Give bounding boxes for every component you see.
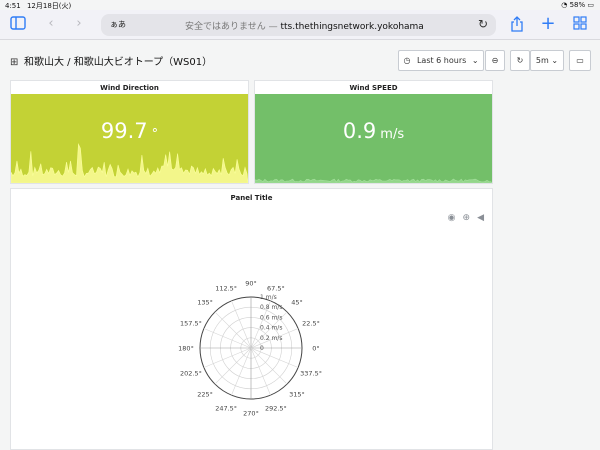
angle-tick-label: 45° bbox=[291, 299, 303, 307]
angle-tick-label: 202.5° bbox=[180, 369, 202, 377]
angle-tick-label: 90° bbox=[245, 280, 257, 288]
polar-plot: 0° 22.5° 45° 67.5° 90° 112.5°135° 157.5° 180° 20… bbox=[178, 280, 322, 418]
address-bar[interactable]: ぁあ 安全ではありません — tts.thethingsnetwork.yoko… bbox=[101, 14, 496, 36]
radial-tick-label: 0.4 m/s bbox=[260, 325, 282, 332]
back-icon[interactable]: ‹ bbox=[43, 16, 59, 32]
wind-speed-panel[interactable]: Wind SPEED 0.9 m/s bbox=[254, 80, 493, 184]
sparkline bbox=[11, 143, 248, 183]
angle-tick-label: 247.5° bbox=[215, 405, 237, 413]
status-right: ◔ 58% ▭ bbox=[561, 1, 594, 9]
angle-tick-label: 135° bbox=[197, 299, 213, 307]
refresh-icon: ↻ bbox=[516, 56, 524, 65]
sparkline-area bbox=[255, 178, 492, 183]
url-text: 安全ではありません — tts.thethingsnetwork.yokoham… bbox=[185, 19, 424, 32]
radial-tick-label: 0.2 m/s bbox=[260, 335, 282, 342]
stat-value: 0.9 m/s bbox=[255, 119, 492, 143]
breadcrumb-separator: / bbox=[64, 57, 74, 68]
angle-tick-label: 225° bbox=[197, 390, 213, 398]
reload-icon[interactable]: ↻ bbox=[478, 17, 488, 31]
stat-number: 0.9 bbox=[342, 119, 377, 143]
sidebar-toggle-icon[interactable] bbox=[10, 16, 26, 32]
battery-icon: ▭ bbox=[587, 1, 594, 9]
ios-status-bar: 4:51 12月18日(火) ◔ 58% ▭ bbox=[0, 0, 600, 10]
battery-percent: 58% bbox=[569, 1, 586, 9]
stat-number: 99.7 bbox=[100, 119, 148, 143]
stat-value: 99.7 ° bbox=[11, 119, 248, 143]
angle-tick-label: 180° bbox=[178, 345, 194, 353]
dashboard-title[interactable]: 和歌山大ビオトープ（WS01） bbox=[74, 57, 212, 68]
browser-toolbar: ‹ › ぁあ 安全ではありません — tts.thethingsnetwork.… bbox=[0, 10, 600, 40]
radial-tick-label: 0.8 m/s bbox=[260, 304, 282, 311]
panel-title[interactable]: Wind SPEED bbox=[255, 84, 492, 92]
stat-background: 99.7 ° bbox=[11, 94, 248, 183]
dashboard-toolbar: ⊞ 和歌山大 / 和歌山大ビオトープ（WS01） ◷ Last 6 hours ⌄… bbox=[0, 40, 600, 80]
radial-tick-label: 0.6 m/s bbox=[260, 314, 282, 321]
new-tab-icon[interactable]: + bbox=[540, 15, 556, 33]
angle-tick-label: 157.5° bbox=[180, 320, 202, 328]
zoom-out-button[interactable]: ⊖ bbox=[485, 50, 505, 71]
time-range-label: Last 6 hours bbox=[416, 56, 467, 65]
angle-tick-label: 270° bbox=[243, 410, 259, 418]
stat-background: 0.9 m/s bbox=[255, 94, 492, 183]
reader-settings-button[interactable]: ぁあ bbox=[110, 19, 126, 30]
url-domain: tts.thethingsnetwork.yokohama bbox=[280, 22, 424, 32]
refresh-button[interactable]: ↻ bbox=[510, 50, 530, 71]
url-separator: — bbox=[265, 22, 281, 32]
angular-gridline bbox=[250, 347, 288, 385]
refresh-interval-label: 5m bbox=[535, 56, 549, 65]
dashboard-grid-icon: ⊞ bbox=[10, 57, 19, 68]
angle-tick-label: 315° bbox=[289, 390, 305, 398]
tv-mode-button[interactable]: ▭ bbox=[569, 50, 591, 71]
polar-chart-panel[interactable]: Panel Title ◉ ⊕ ◀ 0° 22.5° 45° 67.5° 90° 112.5°… bbox=[10, 188, 493, 450]
status-time: 4:51 bbox=[5, 2, 21, 10]
time-range-picker[interactable]: ◷ Last 6 hours ⌄ bbox=[398, 50, 484, 71]
wind-direction-panel[interactable]: Wind Direction 99.7 ° bbox=[10, 80, 249, 184]
chevron-down-icon: ⌄ bbox=[551, 56, 559, 65]
monitor-icon: ▭ bbox=[576, 56, 584, 65]
radial-tick-label: 1 m/s bbox=[260, 294, 277, 301]
refresh-interval-picker[interactable]: 5m ⌄ bbox=[530, 50, 564, 71]
breadcrumb: ⊞ 和歌山大 / 和歌山大ビオトープ（WS01） bbox=[10, 53, 212, 68]
breadcrumb-folder[interactable]: 和歌山大 bbox=[24, 57, 64, 68]
angular-gridline bbox=[214, 311, 252, 349]
angular-gridline bbox=[214, 347, 252, 385]
sparkline bbox=[255, 178, 492, 183]
panel-title[interactable]: Wind Direction bbox=[11, 84, 248, 92]
stat-unit: m/s bbox=[380, 127, 405, 142]
chevron-down-icon: ⌄ bbox=[471, 56, 479, 65]
stat-unit: ° bbox=[151, 127, 159, 142]
angle-tick-label: 292.5° bbox=[265, 405, 287, 413]
status-date: 12月18日(火) bbox=[26, 2, 72, 10]
angle-tick-label: 112.5° bbox=[215, 284, 237, 292]
angle-tick-label: 22.5° bbox=[302, 320, 320, 328]
angle-tick-label: 0° bbox=[312, 345, 319, 353]
angle-tick-label: 337.5° bbox=[300, 369, 322, 377]
angle-tick-label: 67.5° bbox=[267, 284, 285, 292]
zoom-out-icon: ⊖ bbox=[491, 56, 499, 65]
tab-overview-icon[interactable] bbox=[572, 16, 588, 32]
radial-tick-label: 0 bbox=[260, 345, 264, 352]
clock-icon: ◷ bbox=[403, 56, 411, 65]
sparkline-area bbox=[11, 143, 248, 183]
wifi-icon: ◔ bbox=[561, 1, 568, 9]
security-warning: 安全ではありません bbox=[185, 22, 266, 32]
forward-icon[interactable]: › bbox=[71, 16, 87, 32]
share-icon[interactable] bbox=[509, 16, 525, 32]
